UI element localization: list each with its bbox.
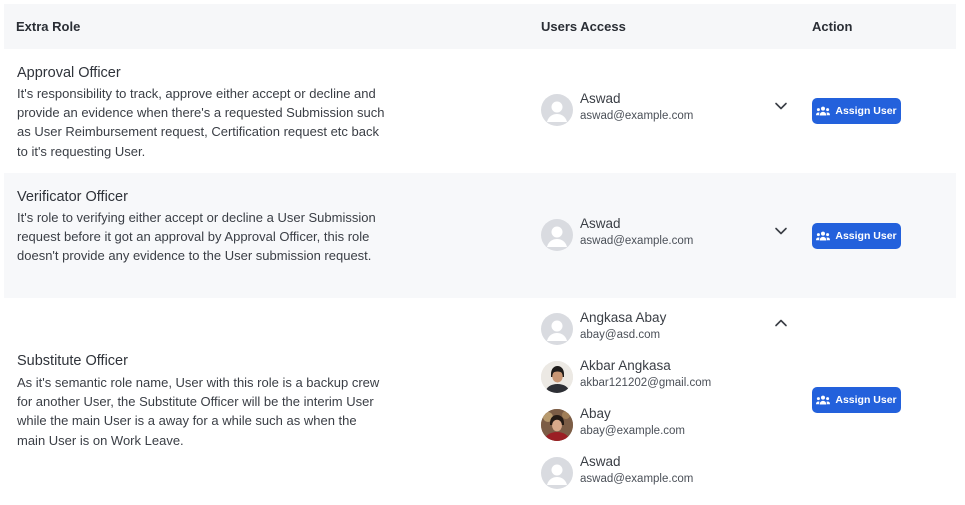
avatar: [541, 94, 573, 126]
user-name: Aswad: [580, 216, 621, 231]
user-email: aswad@example.com: [580, 473, 694, 485]
avatar: [541, 409, 573, 441]
avatar: [541, 219, 573, 251]
avatar: [541, 313, 573, 345]
role-description: As it's semantic role name, User with th…: [17, 375, 380, 448]
assign-user-button[interactable]: Assign User: [812, 223, 901, 249]
avatar: [541, 361, 573, 393]
user-entry: Abay abay@example.com: [541, 406, 771, 443]
assign-user-button[interactable]: Assign User: [812, 387, 901, 413]
users-icon: [816, 106, 831, 116]
user-entry: Aswad aswad@example.com: [541, 454, 771, 491]
user-entry: Akbar Angkasa akbar121202@gmail.com: [541, 358, 771, 395]
avatar: [541, 457, 573, 489]
user-email: abay@asd.com: [580, 329, 661, 341]
user-email: aswad@example.com: [580, 110, 694, 122]
user-entry: Aswad aswad@example.com: [541, 91, 771, 128]
user-name: Aswad: [580, 454, 621, 469]
user-name: Aswad: [580, 91, 621, 106]
assign-user-label: Assign User: [835, 105, 897, 117]
table-row: Approval Officer It's responsibility to …: [4, 49, 956, 173]
role-description: It's responsibility to track, approve ei…: [17, 86, 385, 159]
header-action: Action: [812, 19, 853, 34]
table-row: Substitute Officer As it's semantic role…: [4, 298, 956, 498]
users-icon: [816, 395, 831, 405]
role-name: Substitute Officer: [17, 353, 128, 369]
assign-user-button[interactable]: Assign User: [812, 98, 901, 124]
role-name: Approval Officer: [17, 65, 121, 81]
table-header: Extra Role Users Access Action: [4, 4, 956, 49]
user-entry: Angkasa Abay abay@asd.com: [541, 310, 771, 347]
user-name: Akbar Angkasa: [580, 358, 671, 373]
chevron-up-icon[interactable]: [774, 315, 788, 327]
user-name: Angkasa Abay: [580, 310, 667, 325]
users-icon: [816, 231, 831, 241]
user-email: abay@example.com: [580, 425, 685, 437]
role-description: It's role to verifying either accept or …: [17, 210, 376, 264]
user-entry: Aswad aswad@example.com: [541, 216, 771, 253]
assign-user-label: Assign User: [835, 230, 897, 242]
header-extra-role: Extra Role: [16, 19, 81, 34]
chevron-down-icon[interactable]: [774, 223, 788, 235]
user-email: akbar121202@gmail.com: [580, 377, 712, 389]
header-users-access: Users Access: [541, 19, 626, 34]
chevron-down-icon[interactable]: [774, 98, 788, 110]
user-name: Abay: [580, 406, 611, 421]
assign-user-label: Assign User: [835, 394, 897, 406]
table-row: Verificator Officer It's role to verifyi…: [4, 173, 956, 298]
role-name: Verificator Officer: [17, 189, 128, 205]
user-email: aswad@example.com: [580, 235, 694, 247]
